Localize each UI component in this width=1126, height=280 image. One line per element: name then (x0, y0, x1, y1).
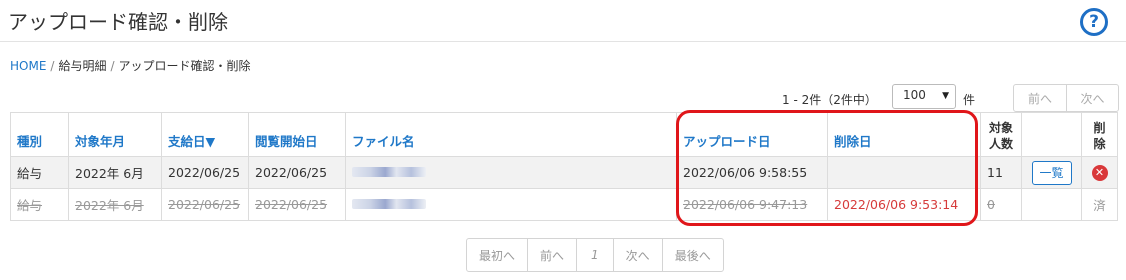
cell-delete: ✕ (1081, 156, 1118, 189)
prev-page-button[interactable]: 前へ (527, 239, 576, 271)
per-page-value: 100 (903, 88, 926, 102)
table-row: 給与 2022年 6月 2022/06/25 2022/06/25 2022/0… (10, 188, 1118, 221)
cell-view-start: 2022/06/25 (248, 156, 346, 189)
cell-action: 一覧 (1021, 156, 1082, 189)
delete-circle-icon[interactable]: ✕ (1091, 165, 1108, 181)
first-page-button[interactable]: 最初へ (467, 239, 527, 271)
cell-delete-status: 済 (1081, 188, 1118, 221)
list-button[interactable]: 一覧 (1031, 160, 1072, 185)
cell-file-name (345, 188, 677, 221)
last-page-button[interactable]: 最後へ (661, 239, 723, 271)
breadcrumb-separator: / (110, 59, 115, 73)
blurred-file-name (352, 199, 426, 209)
chevron-down-icon: ▼ (942, 91, 949, 101)
breadcrumb-parent: 給与明細 (58, 59, 107, 73)
cell-pay-date: 2022/06/25 (161, 188, 249, 221)
next-page-button[interactable]: 次へ (1066, 85, 1118, 111)
col-header-action (1021, 112, 1082, 157)
col-header-file-name[interactable]: ファイル名 (345, 112, 677, 157)
per-page-unit: 件 (963, 93, 976, 107)
cell-delete-date: 2022/06/06 9:53:14 (827, 188, 981, 221)
page-header: アップロード確認・削除 ? (0, 0, 1126, 42)
cell-delete-date (827, 156, 981, 189)
question-circle-icon[interactable]: ? (1080, 8, 1108, 36)
prev-page-button[interactable]: 前へ (1014, 85, 1066, 111)
table-row: 給与 2022年 6月 2022/06/25 2022/06/25 2022/0… (10, 156, 1118, 189)
breadcrumb: HOME / 給与明細 / アップロード確認・削除 (10, 57, 251, 74)
breadcrumb-home-link[interactable]: HOME (10, 59, 46, 73)
cell-view-start: 2022/06/25 (248, 188, 346, 221)
cell-upload-date: 2022/06/06 9:47:13 (676, 188, 828, 221)
upload-table: 種別 対象年月 支給日▼ 閲覧開始日 ファイル名 アップロード日 削除日 対象人… (10, 112, 1118, 221)
per-page-select[interactable]: 100 ▼ (892, 84, 956, 109)
table-header-row: 種別 対象年月 支給日▼ 閲覧開始日 ファイル名 アップロード日 削除日 対象人… (10, 112, 1118, 157)
cell-target-month: 2022年 6月 (68, 188, 162, 221)
result-count: 1 - 2件（2件中） (782, 93, 877, 107)
cell-target-count: 0 (980, 188, 1022, 221)
breadcrumb-current: アップロード確認・削除 (118, 59, 251, 73)
breadcrumb-separator: / (50, 59, 55, 73)
col-header-delete-text: 削除 (1093, 121, 1106, 151)
col-header-delete: 削除 (1081, 112, 1118, 157)
blurred-file-name[interactable] (352, 167, 426, 177)
cell-target-count: 11 (980, 156, 1022, 189)
cell-action (1021, 188, 1082, 221)
col-header-upload-date[interactable]: アップロード日 (676, 112, 828, 157)
top-pager: 前へ 次へ (1013, 84, 1119, 112)
cell-type: 給与 (10, 156, 69, 189)
col-header-view-start[interactable]: 閲覧開始日 (248, 112, 346, 157)
cell-file-name (345, 156, 677, 189)
cell-upload-date: 2022/06/06 9:58:55 (676, 156, 828, 189)
col-header-type[interactable]: 種別 (10, 112, 69, 157)
bottom-pager: 最初へ 前へ 1 次へ 最後へ (466, 238, 724, 272)
page-title: アップロード確認・削除 (8, 10, 228, 34)
col-header-target-month[interactable]: 対象年月 (68, 112, 162, 157)
col-header-delete-date[interactable]: 削除日 (827, 112, 981, 157)
cell-pay-date: 2022/06/25 (161, 156, 249, 189)
next-page-button[interactable]: 次へ (612, 239, 662, 271)
col-header-target-count-text: 対象人数 (988, 121, 1013, 151)
current-page-number: 1 (576, 239, 613, 271)
col-header-pay-date[interactable]: 支給日▼ (161, 112, 249, 157)
cell-target-month: 2022年 6月 (68, 156, 162, 189)
col-header-target-count: 対象人数 (980, 112, 1022, 157)
cell-type: 給与 (10, 188, 69, 221)
